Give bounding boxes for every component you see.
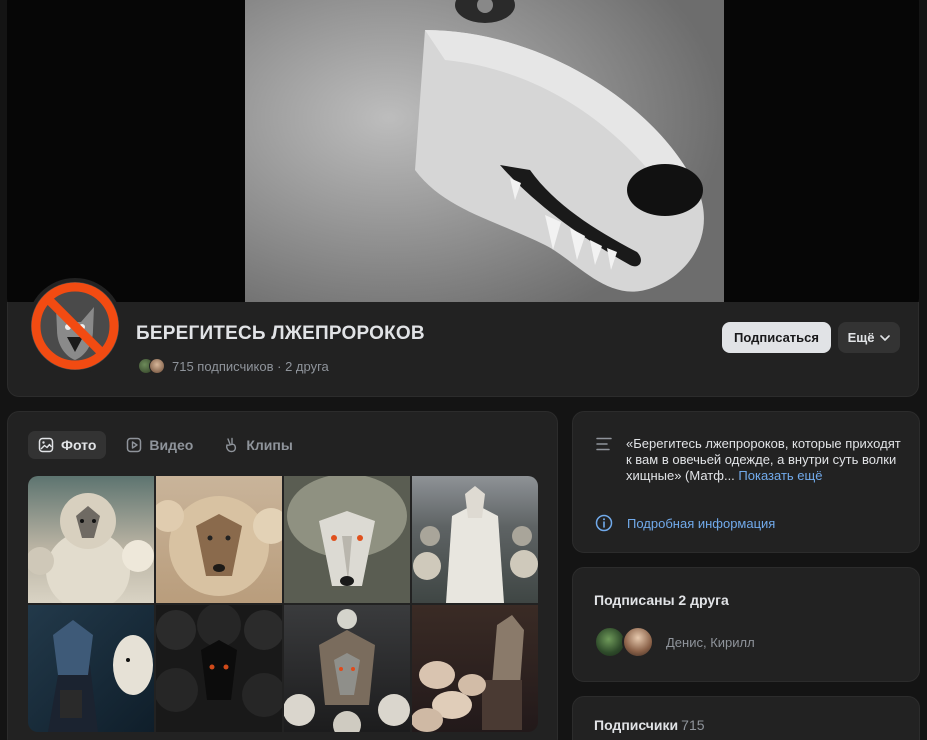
subscribe-button[interactable]: Подписаться [722, 322, 831, 353]
tab-video[interactable]: Видео [116, 431, 203, 459]
group-meta: 715 подписчиков · 2 друга [138, 358, 329, 374]
tab-clips[interactable]: Клипы [213, 431, 302, 459]
subscribers-title-label: Подписчики [594, 717, 679, 733]
cover-wolf-in-sheep-art [245, 0, 724, 310]
friends-block: Подписаны 2 друга Денис, Кирилл [572, 567, 920, 682]
photo-thumbnail[interactable] [28, 476, 154, 603]
friends-names: Денис, Кирилл [666, 634, 755, 650]
info-icon [595, 514, 613, 532]
more-button[interactable]: Ещё [838, 322, 900, 353]
photo-thumbnail[interactable] [412, 605, 538, 732]
meta-separator: · [273, 358, 286, 374]
subscribers-block: Подписчики 715 [572, 696, 920, 740]
description-icon [596, 437, 612, 451]
friends-row[interactable]: Денис, Кирилл [594, 626, 755, 658]
details-link-label: Подробная информация [627, 515, 776, 531]
tab-video-label: Видео [149, 437, 194, 453]
photo-thumbnail[interactable] [412, 476, 538, 603]
group-description: «Берегитесь лжепророков, которые приходя… [626, 436, 906, 484]
cover-image [7, 0, 919, 310]
about-block: «Берегитесь лжепророков, которые приходя… [572, 411, 920, 553]
photo-thumbnail[interactable] [284, 605, 410, 732]
media-block: Фото Видео Клипы [7, 411, 558, 740]
photo-grid [28, 476, 538, 732]
avatar [149, 358, 165, 374]
friend-avatars[interactable] [138, 358, 165, 374]
chevron-down-icon [880, 334, 891, 341]
subscribers-count[interactable]: 715 подписчиков [172, 359, 274, 374]
media-tabs: Фото Видео Клипы [28, 431, 303, 459]
tab-photo-label: Фото [61, 437, 97, 453]
clips-icon [226, 437, 237, 453]
friends-count[interactable]: 2 друга [285, 359, 329, 374]
no-wolf-icon [31, 282, 119, 370]
group-title: БЕРЕГИТЕСЬ ЛЖЕПРОРОКОВ [136, 323, 425, 344]
play-icon [127, 437, 142, 453]
photo-thumbnail[interactable] [28, 605, 154, 732]
details-link[interactable]: Подробная информация [595, 514, 775, 532]
avatar [622, 626, 654, 658]
group-header: БЕРЕГИТЕСЬ ЛЖЕПРОРОКОВ 715 подписчиков ·… [7, 278, 919, 397]
photo-thumbnail[interactable] [156, 476, 282, 603]
show-more-link[interactable]: Показать ещё [738, 468, 822, 483]
more-button-label: Ещё [847, 330, 875, 345]
photo-thumbnail[interactable] [156, 605, 282, 732]
group-avatar[interactable] [27, 278, 123, 374]
friends-block-title[interactable]: Подписаны 2 друга [594, 592, 729, 608]
image-icon [38, 437, 54, 453]
tab-photo[interactable]: Фото [28, 431, 107, 459]
tab-clips-label: Клипы [246, 437, 293, 453]
subscribers-block-count: 715 [681, 717, 705, 733]
subscribers-block-title[interactable]: Подписчики 715 [594, 717, 705, 733]
photo-thumbnail[interactable] [284, 476, 410, 603]
